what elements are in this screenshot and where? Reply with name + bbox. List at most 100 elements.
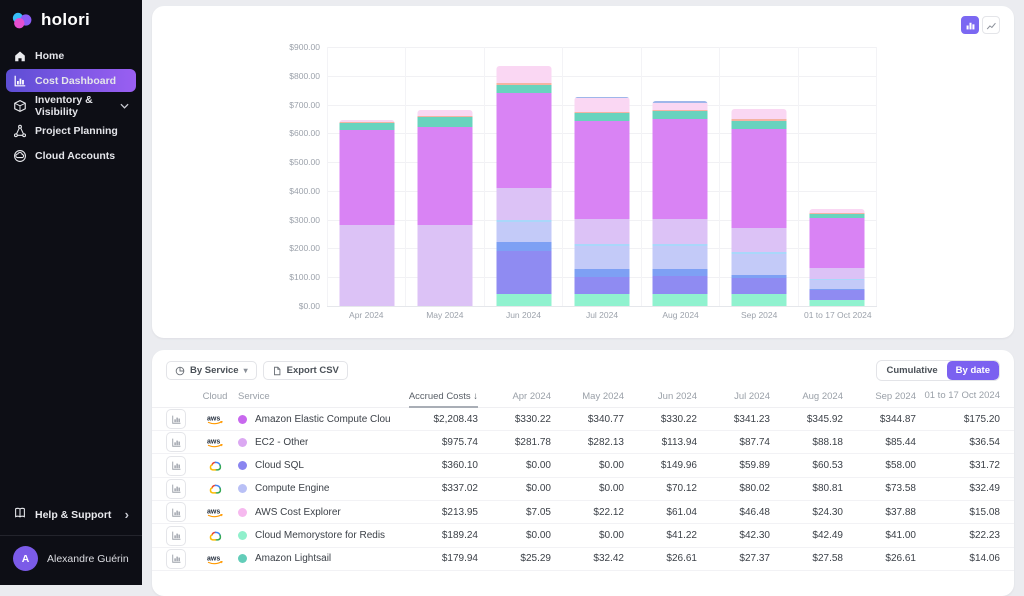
by-date-button[interactable]: By date bbox=[947, 361, 999, 380]
table-row[interactable]: Cloud Memorystore for Redis$189.24$0.00$… bbox=[152, 524, 1014, 547]
sidebar-item-cost-dashboard[interactable]: Cost Dashboard bbox=[6, 69, 136, 92]
sidebar-item-project-planning[interactable]: Project Planning bbox=[6, 119, 136, 142]
group-by-service-button[interactable]: By Service ▾ bbox=[166, 361, 257, 380]
bar-segment[interactable] bbox=[731, 228, 786, 253]
bar-segment[interactable] bbox=[574, 277, 629, 294]
bar-segment[interactable] bbox=[731, 294, 786, 306]
row-chart-button-cell bbox=[166, 502, 190, 522]
column-header-month[interactable]: May 2024 bbox=[551, 391, 624, 402]
service-name: Amazon Lightsail bbox=[255, 553, 331, 564]
logo[interactable]: holori bbox=[0, 0, 142, 38]
bar-segment[interactable] bbox=[731, 254, 786, 275]
stacked-bar[interactable] bbox=[574, 97, 629, 306]
month-cost-value: $60.53 bbox=[770, 460, 843, 471]
column-header-month[interactable]: Jun 2024 bbox=[624, 391, 697, 402]
cumulative-button[interactable]: Cumulative bbox=[877, 361, 946, 380]
bar-segment[interactable] bbox=[496, 93, 551, 188]
sidebar-item-label: Cloud Accounts bbox=[35, 150, 115, 162]
bar-segment[interactable] bbox=[574, 113, 629, 121]
bar-segment[interactable] bbox=[339, 225, 394, 306]
sorted-column-label: Accrued Costs ↓ bbox=[409, 391, 478, 408]
x-tick-label: Aug 2024 bbox=[641, 310, 720, 320]
sidebar-item-home[interactable]: Home bbox=[6, 44, 136, 67]
bar-segment[interactable] bbox=[574, 219, 629, 244]
bar-segment[interactable] bbox=[496, 251, 551, 294]
bar-segment[interactable] bbox=[731, 109, 786, 120]
line-chart-view-button[interactable] bbox=[982, 16, 1000, 34]
bar-segment[interactable] bbox=[810, 218, 865, 268]
export-csv-button[interactable]: Export CSV bbox=[263, 361, 348, 380]
bar-segment[interactable] bbox=[496, 294, 551, 306]
row-chart-button-cell bbox=[166, 526, 190, 546]
sidebar-item-help-support[interactable]: Help & Support › bbox=[0, 498, 142, 531]
bar-segment[interactable] bbox=[418, 117, 473, 126]
bar-segment[interactable] bbox=[574, 246, 629, 269]
stacked-bar[interactable] bbox=[418, 110, 473, 306]
bar-segment[interactable] bbox=[496, 188, 551, 221]
cost-chart-card: $0.00$100.00$200.00$300.00$400.00$500.00… bbox=[152, 6, 1014, 338]
stacked-bar[interactable] bbox=[810, 209, 865, 306]
bar-segment[interactable] bbox=[653, 219, 708, 244]
row-chart-button[interactable] bbox=[166, 502, 186, 522]
bar-segment[interactable] bbox=[653, 119, 708, 219]
bar-segment[interactable] bbox=[653, 246, 708, 269]
row-chart-button[interactable] bbox=[166, 432, 186, 452]
bar-segment[interactable] bbox=[496, 242, 551, 251]
bar-segment[interactable] bbox=[731, 121, 786, 129]
table-row[interactable]: Compute Engine$337.02$0.00$0.00$70.12$80… bbox=[152, 478, 1014, 501]
stacked-bar[interactable] bbox=[731, 109, 786, 306]
column-header-month[interactable]: Apr 2024 bbox=[478, 391, 551, 402]
table-row[interactable]: awsEC2 - Other$975.74$281.78$282.13$113.… bbox=[152, 431, 1014, 454]
bar-segment[interactable] bbox=[496, 222, 551, 242]
bar-segment[interactable] bbox=[574, 294, 629, 306]
column-header-month[interactable]: Sep 2024 bbox=[843, 391, 916, 402]
table-row[interactable]: awsAWS Cost Explorer$213.95$7.05$22.12$6… bbox=[152, 501, 1014, 524]
service-name: Cloud Memorystore for Redis bbox=[255, 530, 385, 541]
row-chart-button[interactable] bbox=[166, 526, 186, 546]
column-header-accrued-costs[interactable]: Accrued Costs ↓ bbox=[390, 391, 478, 402]
bar-segment[interactable] bbox=[653, 103, 708, 110]
column-header-month[interactable]: 01 to 17 Oct 2024 bbox=[916, 390, 1000, 402]
stacked-bar[interactable] bbox=[339, 120, 394, 306]
table-row[interactable]: awsAmazon Elastic Compute Cloud - Comput… bbox=[152, 408, 1014, 431]
user-name: Alexandre Guérin bbox=[47, 553, 129, 565]
table-row[interactable]: Cloud SQL$360.10$0.00$0.00$149.96$59.89$… bbox=[152, 454, 1014, 477]
column-header-month[interactable]: Aug 2024 bbox=[770, 391, 843, 402]
stacked-bar[interactable] bbox=[496, 66, 551, 306]
sidebar-item-cloud-accounts[interactable]: Cloud Accounts bbox=[6, 144, 136, 167]
bar-segment[interactable] bbox=[496, 66, 551, 84]
table-row[interactable]: awsAmazon Lightsail$179.94$25.29$32.42$2… bbox=[152, 548, 1014, 571]
sidebar-item-inventory-visibility[interactable]: Inventory & Visibility bbox=[6, 94, 136, 117]
bar-chart-view-button[interactable] bbox=[961, 16, 979, 34]
row-chart-button[interactable] bbox=[166, 549, 186, 569]
table-body: awsAmazon Elastic Compute Cloud - Comput… bbox=[152, 408, 1014, 571]
bar-segment[interactable] bbox=[418, 225, 473, 306]
bar-segment[interactable] bbox=[653, 111, 708, 119]
bar-segment[interactable] bbox=[810, 280, 865, 289]
month-cost-value: $0.00 bbox=[551, 483, 624, 494]
row-chart-button[interactable] bbox=[166, 479, 186, 499]
bar-segment[interactable] bbox=[653, 269, 708, 276]
bar-segment[interactable] bbox=[810, 290, 865, 299]
stacked-bar[interactable] bbox=[653, 101, 708, 306]
month-cost-value: $22.23 bbox=[916, 530, 1000, 541]
bar-segment[interactable] bbox=[339, 130, 394, 225]
row-chart-button[interactable] bbox=[166, 409, 186, 429]
row-chart-button[interactable] bbox=[166, 456, 186, 476]
bar-segment[interactable] bbox=[574, 98, 629, 111]
bar-segment[interactable] bbox=[339, 123, 394, 130]
bar-segment[interactable] bbox=[653, 276, 708, 293]
bar-segment[interactable] bbox=[731, 129, 786, 228]
bar-segment[interactable] bbox=[653, 294, 708, 306]
bar-segment[interactable] bbox=[810, 300, 865, 306]
bar-segment[interactable] bbox=[574, 121, 629, 219]
service-name: Cloud SQL bbox=[255, 460, 304, 471]
bar-segment[interactable] bbox=[574, 269, 629, 276]
column-header-month[interactable]: Jul 2024 bbox=[697, 391, 770, 402]
month-cost-value: $58.00 bbox=[843, 460, 916, 471]
bar-segment[interactable] bbox=[496, 85, 551, 93]
bar-segment[interactable] bbox=[810, 268, 865, 279]
bar-segment[interactable] bbox=[418, 127, 473, 225]
user-menu[interactable]: A Alexandre Guérin bbox=[0, 536, 142, 585]
bar-segment[interactable] bbox=[731, 278, 786, 295]
